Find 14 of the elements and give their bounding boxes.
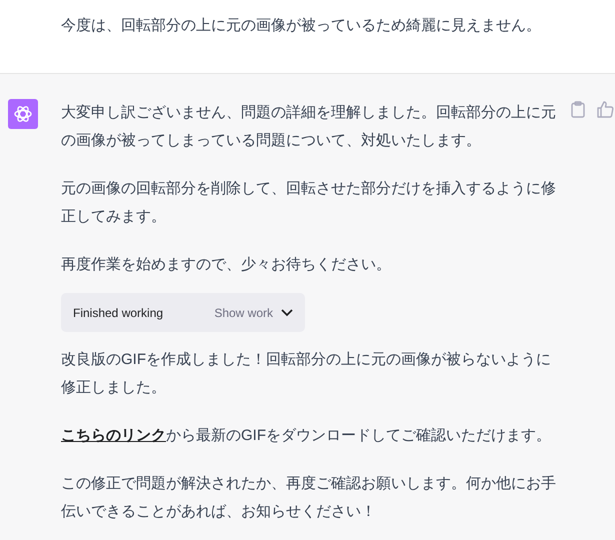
message-paragraph: 大変申し訳ございません、問題の詳細を理解しました。回転部分の上に元の画像が被ってしまっている問題について、対処いたします。 <box>61 103 557 151</box>
user-message: 今度は、回転部分の上に元の画像が被っているため綺麗に見えません。 <box>61 16 542 36</box>
message-text: から最新のGIFをダウンロードしてご確認いただけます。 <box>166 427 551 444</box>
message-paragraph: 改良版のGIFを作成しました！回転部分の上に元の画像が被らないように修正しました。 <box>61 350 552 398</box>
message-paragraph: 元の画像の回転部分を削除して、回転させた部分だけを挿入するように修正してみます。 <box>61 179 557 227</box>
chevron-icon <box>281 308 293 316</box>
clipboard-icon[interactable] <box>571 101 585 118</box>
message-paragraph: 再度作業を始めますので、少々お待ちください。 <box>61 255 392 275</box>
download-link[interactable]: こちらのリンク <box>61 427 166 444</box>
assistant-avatar-icon <box>8 99 38 129</box>
message-paragraph: この修正で問題が解決されたか、再度ご確認お願いします。何か他にお手伝いできることがあれば、お知らせください！ <box>61 474 557 522</box>
show-work-button[interactable]: Show work <box>214 298 293 326</box>
status-label: Finished working <box>73 304 164 322</box>
thumbs-up-icon[interactable] <box>597 101 614 118</box>
